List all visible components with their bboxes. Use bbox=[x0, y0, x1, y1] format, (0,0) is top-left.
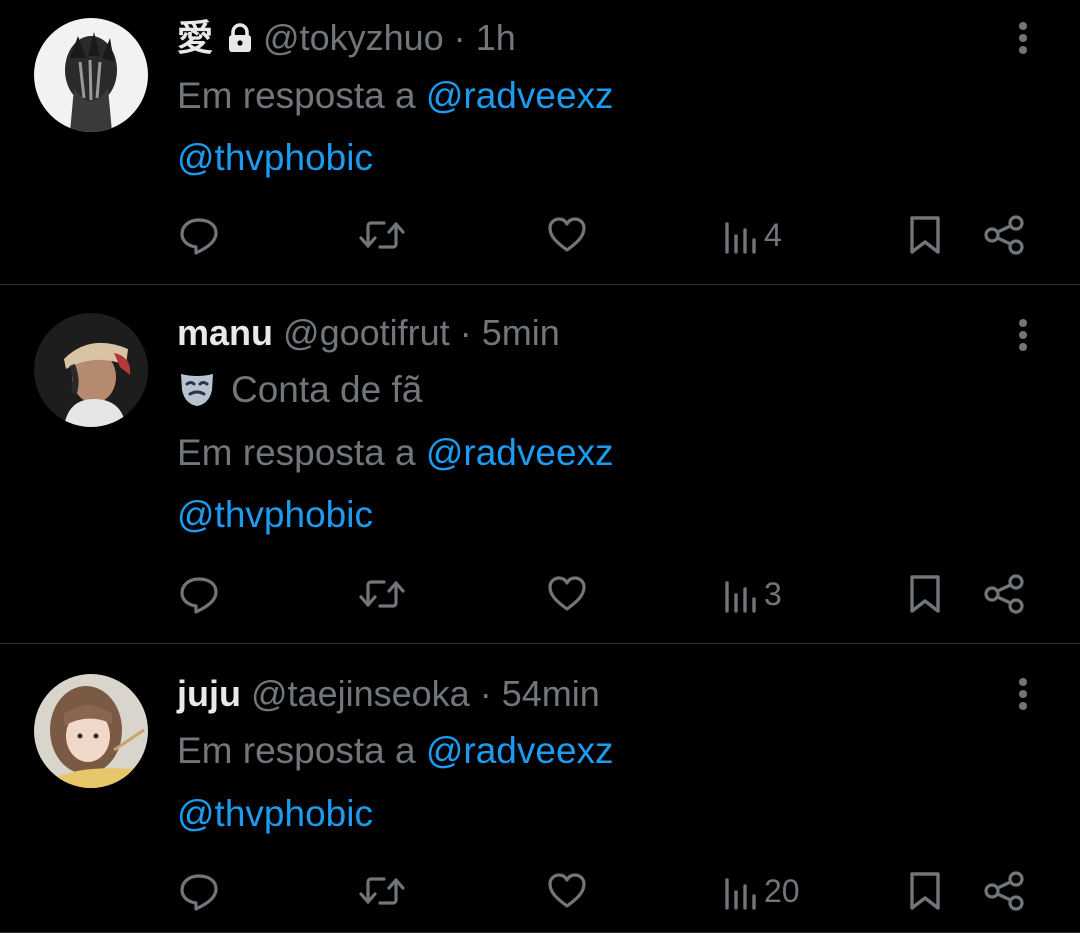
share-button[interactable] bbox=[982, 210, 1026, 260]
retweet-button[interactable] bbox=[358, 210, 406, 260]
timestamp[interactable]: 1h bbox=[476, 17, 516, 58]
more-options-button[interactable] bbox=[1006, 313, 1040, 357]
views-count: 4 bbox=[764, 216, 782, 253]
avatar-image bbox=[34, 674, 148, 788]
avatar[interactable] bbox=[34, 18, 148, 132]
like-button[interactable] bbox=[546, 569, 588, 619]
more-options-button[interactable] bbox=[1006, 672, 1040, 716]
reply-to-link[interactable]: @radveexz bbox=[426, 75, 614, 116]
views-button[interactable]: 3 bbox=[722, 569, 782, 619]
handle[interactable]: @tokyzhuo bbox=[263, 17, 444, 58]
more-options-button[interactable] bbox=[1006, 16, 1040, 60]
timestamp[interactable]: 5min bbox=[482, 312, 560, 353]
display-name[interactable]: manu bbox=[177, 312, 273, 353]
mention-link[interactable]: @thvphobic bbox=[177, 793, 373, 834]
retweet-icon bbox=[359, 580, 405, 608]
tweet[interactable]: manu @gootifrut · 5min Conta de fã Em re… bbox=[0, 285, 1080, 644]
tweet[interactable]: juju @taejinseoka · 54min Em resposta a … bbox=[0, 644, 1080, 933]
views-button[interactable]: 4 bbox=[722, 210, 782, 260]
mention-link[interactable]: @thvphobic bbox=[177, 137, 373, 178]
reply-prefix: Em resposta a bbox=[177, 432, 416, 473]
reply-button[interactable] bbox=[178, 866, 220, 916]
reply-icon bbox=[180, 218, 218, 255]
views-icon bbox=[725, 581, 756, 613]
more-icon bbox=[1019, 22, 1027, 54]
action-bar: 20 bbox=[0, 866, 1080, 916]
reply-button[interactable] bbox=[178, 569, 220, 619]
tweet-header: juju @taejinseoka · 54min bbox=[177, 672, 600, 716]
theater-mask-icon bbox=[177, 368, 217, 418]
tweet[interactable]: 愛 @tokyzhuo · 1h Em resposta a @radveexz … bbox=[0, 0, 1080, 285]
views-icon bbox=[725, 878, 756, 910]
avatar-image bbox=[34, 18, 148, 132]
tweet-text: @thvphobic bbox=[177, 136, 373, 180]
reply-context: Em resposta a @radveexz bbox=[177, 74, 614, 118]
avatar[interactable] bbox=[34, 674, 148, 788]
timestamp[interactable]: 54min bbox=[502, 673, 600, 714]
bookmark-icon bbox=[910, 872, 940, 910]
retweet-button[interactable] bbox=[358, 866, 406, 916]
share-button[interactable] bbox=[982, 569, 1026, 619]
reply-to-link[interactable]: @radveexz bbox=[426, 730, 614, 771]
display-name[interactable]: 愛 bbox=[177, 17, 213, 58]
views-icon bbox=[725, 222, 756, 254]
bookmark-button[interactable] bbox=[906, 569, 944, 619]
retweet-icon bbox=[359, 877, 405, 905]
action-bar: 3 bbox=[0, 569, 1080, 619]
like-icon bbox=[548, 217, 586, 252]
share-icon bbox=[984, 871, 1024, 911]
more-icon bbox=[1019, 678, 1027, 710]
share-icon bbox=[984, 215, 1024, 255]
tweet-header: manu @gootifrut · 5min bbox=[177, 311, 560, 355]
handle[interactable]: @gootifrut bbox=[283, 312, 450, 353]
bookmark-icon bbox=[910, 216, 940, 254]
fan-account-label: Conta de fã bbox=[231, 369, 423, 410]
reply-prefix: Em resposta a bbox=[177, 75, 416, 116]
retweet-icon bbox=[359, 221, 405, 249]
fan-account-badge: Conta de fã bbox=[177, 368, 422, 412]
views-count: 20 bbox=[764, 872, 800, 909]
avatar[interactable] bbox=[34, 313, 148, 427]
mention-link[interactable]: @thvphobic bbox=[177, 494, 373, 535]
separator: · bbox=[453, 17, 466, 58]
reply-icon bbox=[180, 577, 218, 614]
avatar-image bbox=[34, 313, 148, 427]
lock-icon bbox=[225, 20, 255, 64]
views-count: 3 bbox=[764, 575, 782, 612]
like-button[interactable] bbox=[546, 866, 588, 916]
separator: · bbox=[479, 673, 492, 714]
like-icon bbox=[548, 873, 586, 908]
display-name[interactable]: juju bbox=[177, 673, 241, 714]
reply-context: Em resposta a @radveexz bbox=[177, 431, 614, 475]
reply-button[interactable] bbox=[178, 210, 220, 260]
like-icon bbox=[548, 576, 586, 611]
share-button[interactable] bbox=[982, 866, 1026, 916]
separator: · bbox=[459, 312, 472, 353]
tweet-text: @thvphobic bbox=[177, 493, 373, 537]
bookmark-icon bbox=[910, 575, 940, 613]
handle[interactable]: @taejinseoka bbox=[251, 673, 470, 714]
tweet-header: 愛 @tokyzhuo · 1h bbox=[177, 16, 516, 60]
tweet-text: @thvphobic bbox=[177, 792, 373, 836]
reply-to-link[interactable]: @radveexz bbox=[426, 432, 614, 473]
reply-prefix: Em resposta a bbox=[177, 730, 416, 771]
views-button[interactable]: 20 bbox=[722, 866, 800, 916]
bookmark-button[interactable] bbox=[906, 866, 944, 916]
reply-context: Em resposta a @radveexz bbox=[177, 729, 614, 773]
more-icon bbox=[1019, 319, 1027, 351]
reply-icon bbox=[180, 874, 218, 911]
retweet-button[interactable] bbox=[358, 569, 406, 619]
like-button[interactable] bbox=[546, 210, 588, 260]
bookmark-button[interactable] bbox=[906, 210, 944, 260]
share-icon bbox=[984, 574, 1024, 614]
action-bar: 4 bbox=[0, 210, 1080, 260]
